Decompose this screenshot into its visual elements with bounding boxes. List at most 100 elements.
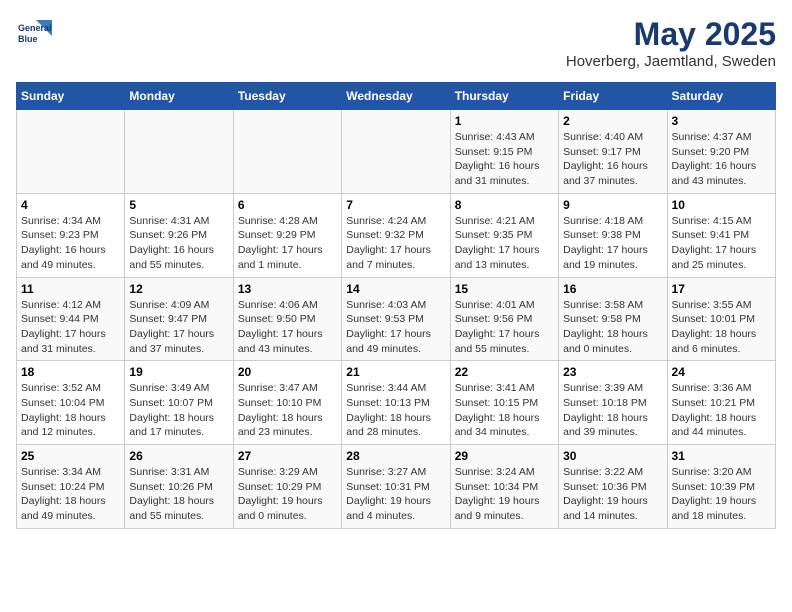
calendar-cell: 12 Sunrise: 4:09 AM Sunset: 9:47 PM Dayli… bbox=[125, 277, 233, 361]
day-info: Sunrise: 3:47 AM Sunset: 10:10 PM Daylig… bbox=[238, 381, 337, 440]
calendar-cell: 21Sunrise: 3:44 AM Sunset: 10:13 PM Dayl… bbox=[342, 361, 450, 445]
calendar-cell: 26 Sunrise: 3:31 AM Sunset: 10:26 PM Dayl… bbox=[125, 445, 233, 529]
day-number: 29 bbox=[455, 449, 554, 463]
day-info: Sunrise: 3:58 AM Sunset: 9:58 PM Dayligh… bbox=[563, 298, 662, 357]
calendar-cell: 14 Sunrise: 4:03 AM Sunset: 9:53 PM Dayli… bbox=[342, 277, 450, 361]
calendar-cell: 24Sunrise: 3:36 AM Sunset: 10:21 PM Dayl… bbox=[667, 361, 775, 445]
day-number: 24 bbox=[672, 365, 771, 379]
title-block: May 2025 Hoverberg, Jaemtland, Sweden bbox=[566, 16, 776, 70]
day-number: 16 bbox=[563, 282, 662, 296]
calendar-cell: 29 Sunrise: 3:24 AM Sunset: 10:34 PM Dayl… bbox=[450, 445, 558, 529]
calendar-cell: 16 Sunrise: 3:58 AM Sunset: 9:58 PM Dayli… bbox=[559, 277, 667, 361]
calendar-cell: 5Sunrise: 4:31 AM Sunset: 9:26 PM Daylig… bbox=[125, 193, 233, 277]
calendar-week-row: 11Sunrise: 4:12 AM Sunset: 9:44 PM Dayli… bbox=[17, 277, 776, 361]
calendar-cell: 28 Sunrise: 3:27 AM Sunset: 10:31 PM Dayl… bbox=[342, 445, 450, 529]
calendar-cell: 6 Sunrise: 4:28 AM Sunset: 9:29 PM Daylig… bbox=[233, 193, 341, 277]
calendar-cell: 9 Sunrise: 4:18 AM Sunset: 9:38 PM Daylig… bbox=[559, 193, 667, 277]
day-info: Sunrise: 3:24 AM Sunset: 10:34 PM Daylig… bbox=[455, 465, 554, 524]
day-info: Sunrise: 3:44 AM Sunset: 10:13 PM Daylig… bbox=[346, 381, 445, 440]
day-number: 30 bbox=[563, 449, 662, 463]
day-info: Sunrise: 4:21 AM Sunset: 9:35 PM Dayligh… bbox=[455, 214, 554, 273]
day-info: Sunrise: 4:03 AM Sunset: 9:53 PM Dayligh… bbox=[346, 298, 445, 357]
calendar-cell: 13 Sunrise: 4:06 AM Sunset: 9:50 PM Dayli… bbox=[233, 277, 341, 361]
day-number: 19 bbox=[129, 365, 228, 379]
day-number: 6 bbox=[238, 198, 337, 212]
calendar-cell: 15Sunrise: 4:01 AM Sunset: 9:56 PM Dayli… bbox=[450, 277, 558, 361]
weekday-header: Thursday bbox=[450, 83, 558, 110]
calendar-cell: 18Sunrise: 3:52 AM Sunset: 10:04 PM Dayl… bbox=[17, 361, 125, 445]
logo: General Blue bbox=[16, 16, 52, 52]
calendar-week-row: 18Sunrise: 3:52 AM Sunset: 10:04 PM Dayl… bbox=[17, 361, 776, 445]
day-info: Sunrise: 4:24 AM Sunset: 9:32 PM Dayligh… bbox=[346, 214, 445, 273]
calendar-cell: 30 Sunrise: 3:22 AM Sunset: 10:36 PM Dayl… bbox=[559, 445, 667, 529]
calendar-week-row: 1 Sunrise: 4:43 AM Sunset: 9:15 PM Daylig… bbox=[17, 110, 776, 194]
day-info: Sunrise: 4:01 AM Sunset: 9:56 PM Dayligh… bbox=[455, 298, 554, 357]
day-info: Sunrise: 3:27 AM Sunset: 10:31 PM Daylig… bbox=[346, 465, 445, 524]
day-number: 1 bbox=[455, 114, 554, 128]
weekday-header: Monday bbox=[125, 83, 233, 110]
day-number: 18 bbox=[21, 365, 120, 379]
day-number: 26 bbox=[129, 449, 228, 463]
calendar-week-row: 25Sunrise: 3:34 AM Sunset: 10:24 PM Dayl… bbox=[17, 445, 776, 529]
day-info: Sunrise: 3:29 AM Sunset: 10:29 PM Daylig… bbox=[238, 465, 337, 524]
calendar-week-row: 4 Sunrise: 4:34 AM Sunset: 9:23 PM Daylig… bbox=[17, 193, 776, 277]
calendar-cell: 10Sunrise: 4:15 AM Sunset: 9:41 PM Dayli… bbox=[667, 193, 775, 277]
weekday-header: Wednesday bbox=[342, 83, 450, 110]
day-info: Sunrise: 4:43 AM Sunset: 9:15 PM Dayligh… bbox=[455, 130, 554, 189]
day-info: Sunrise: 3:55 AM Sunset: 10:01 PM Daylig… bbox=[672, 298, 771, 357]
svg-text:General: General bbox=[18, 23, 52, 33]
day-number: 4 bbox=[21, 198, 120, 212]
day-number: 28 bbox=[346, 449, 445, 463]
day-info: Sunrise: 3:49 AM Sunset: 10:07 PM Daylig… bbox=[129, 381, 228, 440]
calendar-cell: 2 Sunrise: 4:40 AM Sunset: 9:17 PM Daylig… bbox=[559, 110, 667, 194]
day-number: 11 bbox=[21, 282, 120, 296]
day-info: Sunrise: 3:31 AM Sunset: 10:26 PM Daylig… bbox=[129, 465, 228, 524]
day-number: 31 bbox=[672, 449, 771, 463]
day-number: 9 bbox=[563, 198, 662, 212]
weekday-header: Tuesday bbox=[233, 83, 341, 110]
calendar-cell: 27 Sunrise: 3:29 AM Sunset: 10:29 PM Dayl… bbox=[233, 445, 341, 529]
day-info: Sunrise: 4:09 AM Sunset: 9:47 PM Dayligh… bbox=[129, 298, 228, 357]
day-info: Sunrise: 4:15 AM Sunset: 9:41 PM Dayligh… bbox=[672, 214, 771, 273]
weekday-header: Saturday bbox=[667, 83, 775, 110]
page-header: General Blue May 2025 Hoverberg, Jaemtla… bbox=[16, 16, 776, 70]
calendar-cell bbox=[233, 110, 341, 194]
day-info: Sunrise: 3:22 AM Sunset: 10:36 PM Daylig… bbox=[563, 465, 662, 524]
day-number: 2 bbox=[563, 114, 662, 128]
calendar-cell: 19 Sunrise: 3:49 AM Sunset: 10:07 PM Dayl… bbox=[125, 361, 233, 445]
day-info: Sunrise: 4:28 AM Sunset: 9:29 PM Dayligh… bbox=[238, 214, 337, 273]
calendar-cell: 22 Sunrise: 3:41 AM Sunset: 10:15 PM Dayl… bbox=[450, 361, 558, 445]
day-number: 8 bbox=[455, 198, 554, 212]
day-info: Sunrise: 4:18 AM Sunset: 9:38 PM Dayligh… bbox=[563, 214, 662, 273]
svg-text:Blue: Blue bbox=[18, 34, 38, 44]
calendar-cell: 4 Sunrise: 4:34 AM Sunset: 9:23 PM Daylig… bbox=[17, 193, 125, 277]
day-number: 7 bbox=[346, 198, 445, 212]
calendar-cell: 3 Sunrise: 4:37 AM Sunset: 9:20 PM Daylig… bbox=[667, 110, 775, 194]
calendar-cell: 17 Sunrise: 3:55 AM Sunset: 10:01 PM Dayl… bbox=[667, 277, 775, 361]
day-info: Sunrise: 4:40 AM Sunset: 9:17 PM Dayligh… bbox=[563, 130, 662, 189]
weekday-header-row: SundayMondayTuesdayWednesdayThursdayFrid… bbox=[17, 83, 776, 110]
day-number: 13 bbox=[238, 282, 337, 296]
calendar-cell: 8 Sunrise: 4:21 AM Sunset: 9:35 PM Daylig… bbox=[450, 193, 558, 277]
weekday-header: Sunday bbox=[17, 83, 125, 110]
day-number: 22 bbox=[455, 365, 554, 379]
day-info: Sunrise: 4:37 AM Sunset: 9:20 PM Dayligh… bbox=[672, 130, 771, 189]
calendar-cell: 11Sunrise: 4:12 AM Sunset: 9:44 PM Dayli… bbox=[17, 277, 125, 361]
day-info: Sunrise: 4:06 AM Sunset: 9:50 PM Dayligh… bbox=[238, 298, 337, 357]
day-number: 3 bbox=[672, 114, 771, 128]
day-number: 27 bbox=[238, 449, 337, 463]
calendar-cell bbox=[342, 110, 450, 194]
calendar-cell bbox=[125, 110, 233, 194]
calendar-cell: 25Sunrise: 3:34 AM Sunset: 10:24 PM Dayl… bbox=[17, 445, 125, 529]
calendar-cell: 20 Sunrise: 3:47 AM Sunset: 10:10 PM Dayl… bbox=[233, 361, 341, 445]
day-number: 17 bbox=[672, 282, 771, 296]
day-number: 12 bbox=[129, 282, 228, 296]
day-number: 14 bbox=[346, 282, 445, 296]
day-info: Sunrise: 4:34 AM Sunset: 9:23 PM Dayligh… bbox=[21, 214, 120, 273]
day-number: 20 bbox=[238, 365, 337, 379]
day-number: 23 bbox=[563, 365, 662, 379]
weekday-header: Friday bbox=[559, 83, 667, 110]
day-info: Sunrise: 3:34 AM Sunset: 10:24 PM Daylig… bbox=[21, 465, 120, 524]
calendar-cell bbox=[17, 110, 125, 194]
day-info: Sunrise: 3:41 AM Sunset: 10:15 PM Daylig… bbox=[455, 381, 554, 440]
